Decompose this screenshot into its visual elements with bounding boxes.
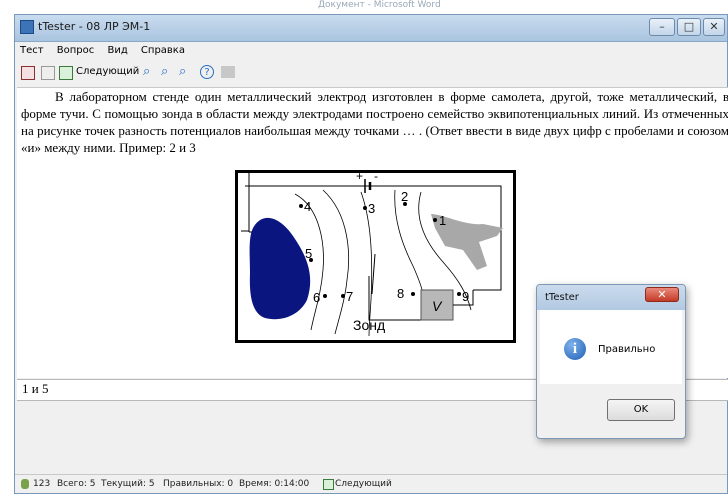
point-7-dot bbox=[341, 294, 345, 298]
close-button[interactable]: ✕ bbox=[703, 18, 725, 36]
point-9-dot bbox=[457, 292, 461, 296]
menu-view[interactable]: Вид bbox=[102, 43, 132, 56]
dialog-title: tTester bbox=[545, 292, 579, 303]
zoom-in-icon[interactable]: ⌕ bbox=[143, 64, 150, 79]
point-3-dot bbox=[363, 206, 367, 210]
menu-question[interactable]: Вопрос bbox=[52, 43, 99, 56]
point-1-label: 1 bbox=[439, 213, 446, 228]
help-icon[interactable]: ? bbox=[200, 65, 214, 79]
plus-sign: + bbox=[356, 170, 363, 183]
point-4-dot bbox=[299, 204, 303, 208]
next-arrow-icon[interactable] bbox=[59, 66, 73, 80]
point-2-label: 2 bbox=[401, 189, 408, 204]
minimize-button[interactable]: – bbox=[649, 18, 675, 36]
status-id: 123 bbox=[33, 479, 51, 489]
field-figure: + - V Зонд 1 2 3 4 5 6 7 8 9 bbox=[235, 170, 516, 343]
minus-sign: - bbox=[374, 170, 378, 183]
status-next-button[interactable]: Следующий bbox=[335, 479, 392, 489]
status-correct: Правильных: 0 bbox=[163, 479, 234, 489]
ok-button[interactable]: OK bbox=[607, 399, 675, 421]
status-bar: 123 Всего: 5 Текущий: 5 Правильных: 0 Вр… bbox=[15, 474, 727, 494]
window-title: tTester - 08 ЛР ЭМ-1 bbox=[38, 20, 151, 33]
toolbar: Следующий ⌕ ⌕ ⌕ ? bbox=[15, 63, 727, 85]
status-total: Всего: 5 bbox=[57, 479, 96, 489]
point-6-dot bbox=[323, 294, 327, 298]
point-7-label: 7 bbox=[346, 289, 353, 304]
answer-value: 1 и 5 bbox=[22, 381, 49, 396]
tool-extra-icon[interactable] bbox=[221, 66, 235, 78]
point-6-label: 6 bbox=[313, 290, 320, 305]
point-5-label: 5 bbox=[305, 246, 312, 261]
menu-help[interactable]: Справка bbox=[136, 43, 190, 56]
point-4-label: 4 bbox=[304, 199, 311, 214]
probe-label: Зонд bbox=[353, 317, 385, 333]
dialog-title-bar[interactable]: tTester ✕ bbox=[537, 285, 685, 310]
maximize-button[interactable]: □ bbox=[677, 18, 701, 36]
point-1-dot bbox=[433, 218, 437, 222]
point-9-label: 9 bbox=[462, 289, 469, 304]
toolbar-next-button[interactable]: Следующий bbox=[76, 66, 139, 77]
status-current: Текущий: 5 bbox=[101, 479, 155, 489]
info-icon: i bbox=[564, 338, 586, 360]
point-8-label: 8 bbox=[397, 286, 404, 301]
dialog-message: Правильно bbox=[598, 344, 656, 355]
point-8-dot bbox=[411, 292, 415, 296]
menu-bar: Тест Вопрос Вид Справка bbox=[15, 43, 727, 61]
status-next-icon[interactable] bbox=[323, 479, 334, 490]
dialog-close-button[interactable]: ✕ bbox=[645, 287, 679, 302]
status-time: Время: 0:14:00 bbox=[239, 479, 310, 489]
app-icon bbox=[20, 20, 34, 34]
zoom-reset-icon[interactable]: ⌕ bbox=[179, 64, 186, 79]
background-window-title: Документ - Microsoft Word bbox=[318, 0, 441, 10]
dialog-body: i Правильно bbox=[540, 310, 682, 384]
title-bar[interactable]: tTester - 08 ЛР ЭМ-1 – □ ✕ bbox=[15, 15, 727, 42]
question-text: В лабораторном стенде один металлический… bbox=[21, 89, 728, 155]
menu-test[interactable]: Тест bbox=[15, 43, 49, 56]
user-icon bbox=[21, 479, 29, 489]
tool-doc-icon[interactable] bbox=[41, 66, 55, 80]
zoom-out-icon[interactable]: ⌕ bbox=[161, 64, 168, 79]
result-dialog: tTester ✕ i Правильно OK bbox=[536, 284, 686, 439]
point-3-label: 3 bbox=[368, 201, 375, 216]
tool-check-icon[interactable] bbox=[21, 66, 35, 80]
